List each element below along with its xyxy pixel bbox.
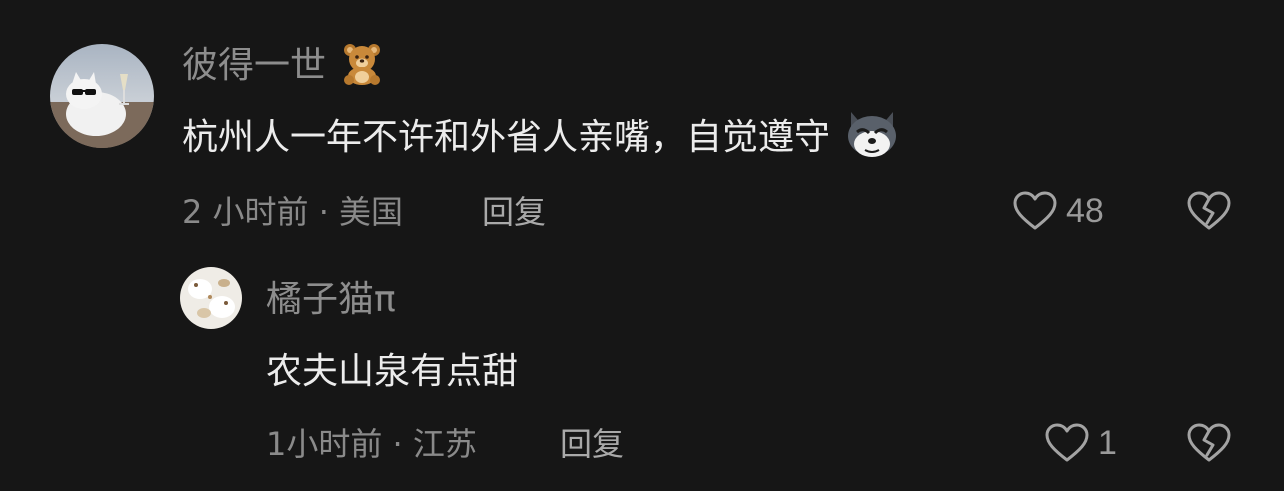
comment-text: 农夫山泉有点甜	[266, 351, 519, 392]
comment-text-content: 杭州人一年不许和外省人亲嘴，自觉遵守	[182, 117, 831, 158]
username[interactable]: 橘子猫π	[266, 280, 396, 320]
like-button[interactable]: 48	[1012, 190, 1104, 232]
reply-comment-item: 橘子猫π 农夫山泉有点甜 1小时前 · 江苏 回复 1	[0, 250, 1284, 491]
reply-button[interactable]: 回复	[560, 424, 624, 464]
heart-outline-icon	[1013, 191, 1057, 230]
username[interactable]: 彼得一世	[182, 44, 385, 86]
comment-item: 彼得一世 杭州人一年不许和外省人亲嘴，自觉遵守 2 小时前 · 美国 回复 48	[0, 0, 1284, 250]
broken-heart-icon	[1187, 191, 1231, 230]
cat-with-sunglasses-avatar	[50, 44, 154, 148]
like-button[interactable]: 1	[1044, 422, 1117, 464]
user-avatar[interactable]	[180, 267, 242, 329]
username-text: 彼得一世	[182, 45, 327, 86]
comment-meta: 2 小时前 · 美国	[182, 193, 404, 231]
comment-meta: 1小时前 · 江苏	[266, 425, 477, 463]
like-count: 1	[1098, 423, 1117, 462]
cats-avatar	[180, 267, 242, 329]
wolf-dog-emoji	[848, 112, 897, 157]
dislike-button[interactable]	[1186, 190, 1232, 236]
user-avatar[interactable]	[50, 44, 154, 148]
dislike-button[interactable]	[1186, 422, 1232, 468]
bear-emoji	[344, 44, 381, 85]
broken-heart-icon	[1187, 423, 1231, 462]
comment-text: 杭州人一年不许和外省人亲嘴，自觉遵守	[182, 112, 901, 160]
reply-button[interactable]: 回复	[482, 192, 546, 232]
like-count: 48	[1066, 191, 1104, 230]
heart-outline-icon	[1045, 423, 1089, 462]
